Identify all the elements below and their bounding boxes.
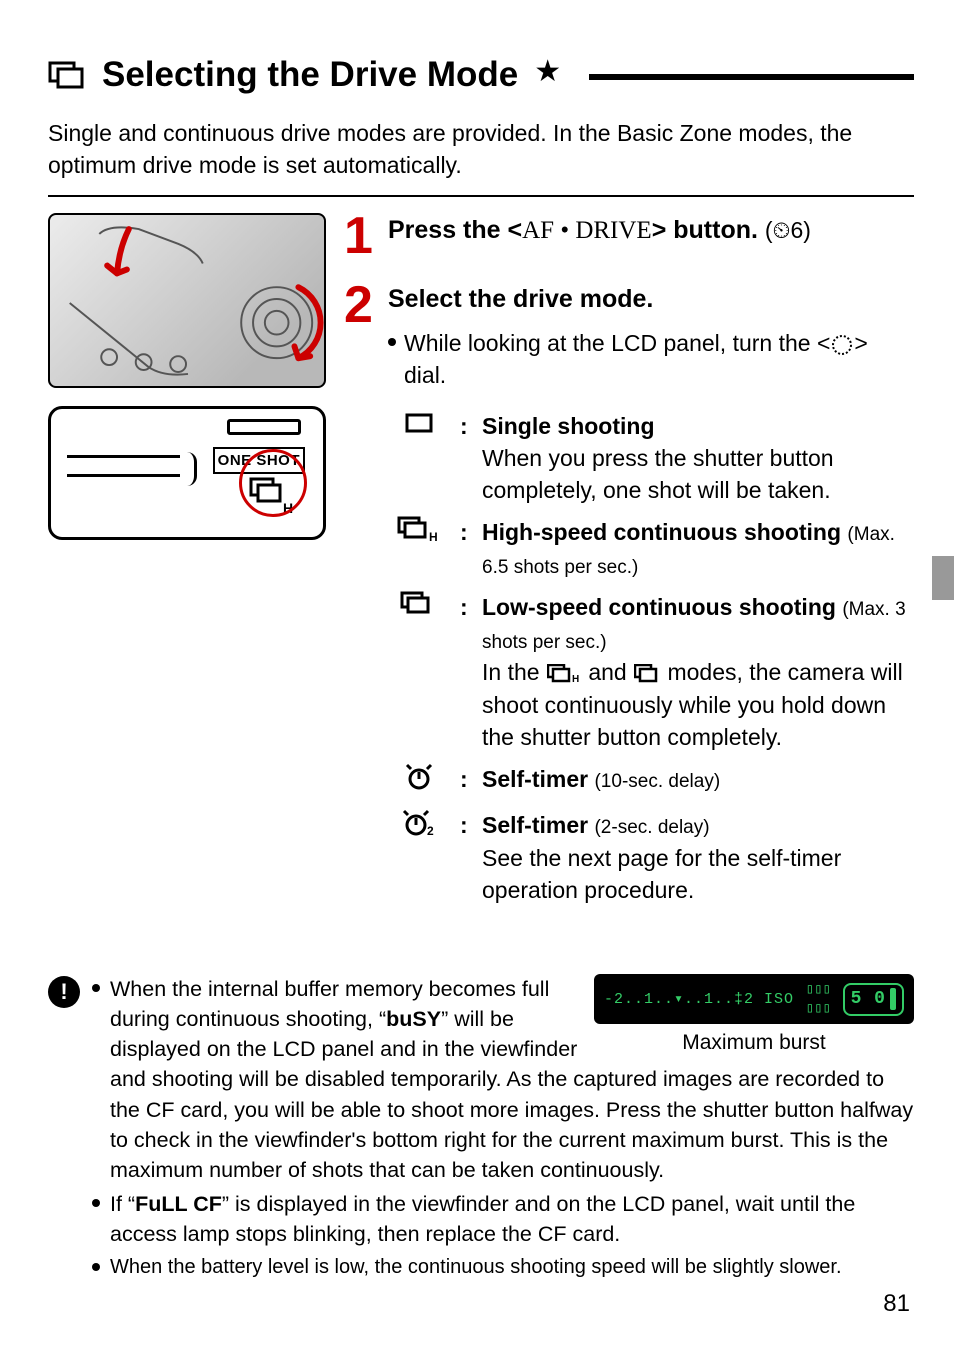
viewfinder-left-segment: -2..1..▾..1..‡2 ISO (604, 989, 794, 1010)
section-tab (932, 556, 954, 600)
viewfinder-display: -2..1..▾..1..‡2 ISO ▯▯▯▯▯▯ 5 0 (594, 974, 914, 1024)
caution-1: -2..1..▾..1..‡2 ISO ▯▯▯▯▯▯ 5 0 Maximum b… (110, 974, 914, 1185)
continuous-high-icon-inline: H (547, 664, 581, 684)
mode-self-timer-10: : Self-timer (10-sec. delay) (388, 763, 914, 799)
step-1: 1 Press the <AF • DRIVE> button. (⏲6) (344, 213, 914, 260)
viewfinder-burst-value: 5 0 (843, 983, 904, 1016)
star-icon: ★ (534, 51, 561, 93)
drive-mode-list: : Single shooting When you press the shu… (388, 410, 914, 907)
mode-single-desc: When you press the shutter button comple… (482, 445, 834, 503)
bullet-icon (92, 984, 100, 992)
caution-section: ! -2..1..▾..1..‡2 ISO ▯▯▯▯▯▯ 5 0 Maximum… (48, 974, 914, 1285)
heading-rule (589, 74, 914, 80)
mode-self-timer-2-extra: See the next page for the self-timer ope… (482, 845, 841, 903)
continuous-low-icon (388, 591, 450, 625)
bullet-icon (92, 1199, 100, 1207)
mode-self-timer-10-note: (10-sec. delay) (594, 771, 720, 792)
viewfinder-caption: Maximum burst (682, 1028, 826, 1057)
af-drive-button-glyph: AF • DRIVE (522, 217, 652, 244)
mode-cont-high: H : High-speed continuous shooting (Max.… (388, 516, 914, 581)
mode-self-timer-2-note: (2-sec. delay) (594, 817, 709, 838)
mode-cont-low: : Low-speed continuous shooting (Max. 3 … (388, 591, 914, 753)
quick-control-dial-icon (831, 334, 853, 356)
caution-2b: ” is displayed in the viewfinder and on … (110, 1192, 855, 1246)
mode-self-timer-2-label: Self-timer (482, 812, 588, 838)
step-number-2: 2 (344, 282, 378, 916)
self-timer-10-icon (388, 763, 450, 799)
step-2: 2 Select the drive mode. While looking a… (344, 282, 914, 916)
drive-mode-icon (48, 58, 92, 92)
continuous-low-icon-inline (634, 664, 660, 684)
svg-text:H: H (429, 530, 438, 544)
step-2-title: Select the drive mode. (388, 282, 914, 317)
step-2-bullet-before: While looking at the LCD panel, turn the… (404, 330, 830, 356)
step-2-bullet: While looking at the LCD panel, turn the… (404, 327, 914, 391)
section-divider (48, 195, 914, 197)
viewfinder-panel: -2..1..▾..1..‡2 ISO ▯▯▯▯▯▯ 5 0 Maximum b… (594, 974, 914, 1057)
mode-single: : Single shooting When you press the shu… (388, 410, 914, 507)
mode-cont-low-extra: In the H and modes, the camera will shoo… (482, 659, 903, 749)
svg-text:2: 2 (427, 824, 434, 837)
single-shot-icon (388, 410, 450, 442)
camera-top-illustration (48, 213, 326, 388)
svg-text:H: H (572, 674, 579, 684)
caution-busy-keyword: buSY (386, 1007, 441, 1031)
bullet-icon (92, 1263, 100, 1271)
mode-self-timer-2: 2 : Self-timer (2-sec. delay) See the ne… (388, 809, 914, 906)
caution-3: When the battery level is low, the conti… (110, 1253, 914, 1281)
intro-paragraph: Single and continuous drive modes are pr… (48, 117, 914, 181)
self-timer-2-icon: 2 (388, 809, 450, 845)
caution-fullcf-keyword: FuLL CF (135, 1192, 222, 1216)
caution-2: If “FuLL CF” is displayed in the viewfin… (110, 1189, 914, 1249)
step-1-title: Press the <AF • DRIVE> button. (388, 216, 765, 244)
caution-icon: ! (48, 976, 80, 1008)
lcd-highlight-circle (239, 449, 307, 517)
caution-2a: If “ (110, 1192, 135, 1216)
page-heading: Selecting the Drive Mode ★ (48, 50, 914, 99)
mode-cont-high-label: High-speed continuous shooting (482, 519, 841, 545)
heading-title: Selecting the Drive Mode (102, 50, 518, 99)
step-1-timer-note: (⏲6) (765, 217, 811, 243)
step-1-title-before: Press the < (388, 216, 522, 244)
continuous-high-icon: H (388, 516, 450, 552)
bullet-icon (388, 338, 396, 346)
page-number: 81 (883, 1287, 910, 1321)
step-number-1: 1 (344, 213, 378, 260)
mode-self-timer-10-label: Self-timer (482, 766, 588, 792)
mode-cont-low-label: Low-speed continuous shooting (482, 594, 836, 620)
step-1-title-after: > button. (652, 216, 758, 244)
lcd-panel-illustration: ONE SHOT H (48, 406, 326, 540)
mode-single-label: Single shooting (482, 413, 655, 439)
